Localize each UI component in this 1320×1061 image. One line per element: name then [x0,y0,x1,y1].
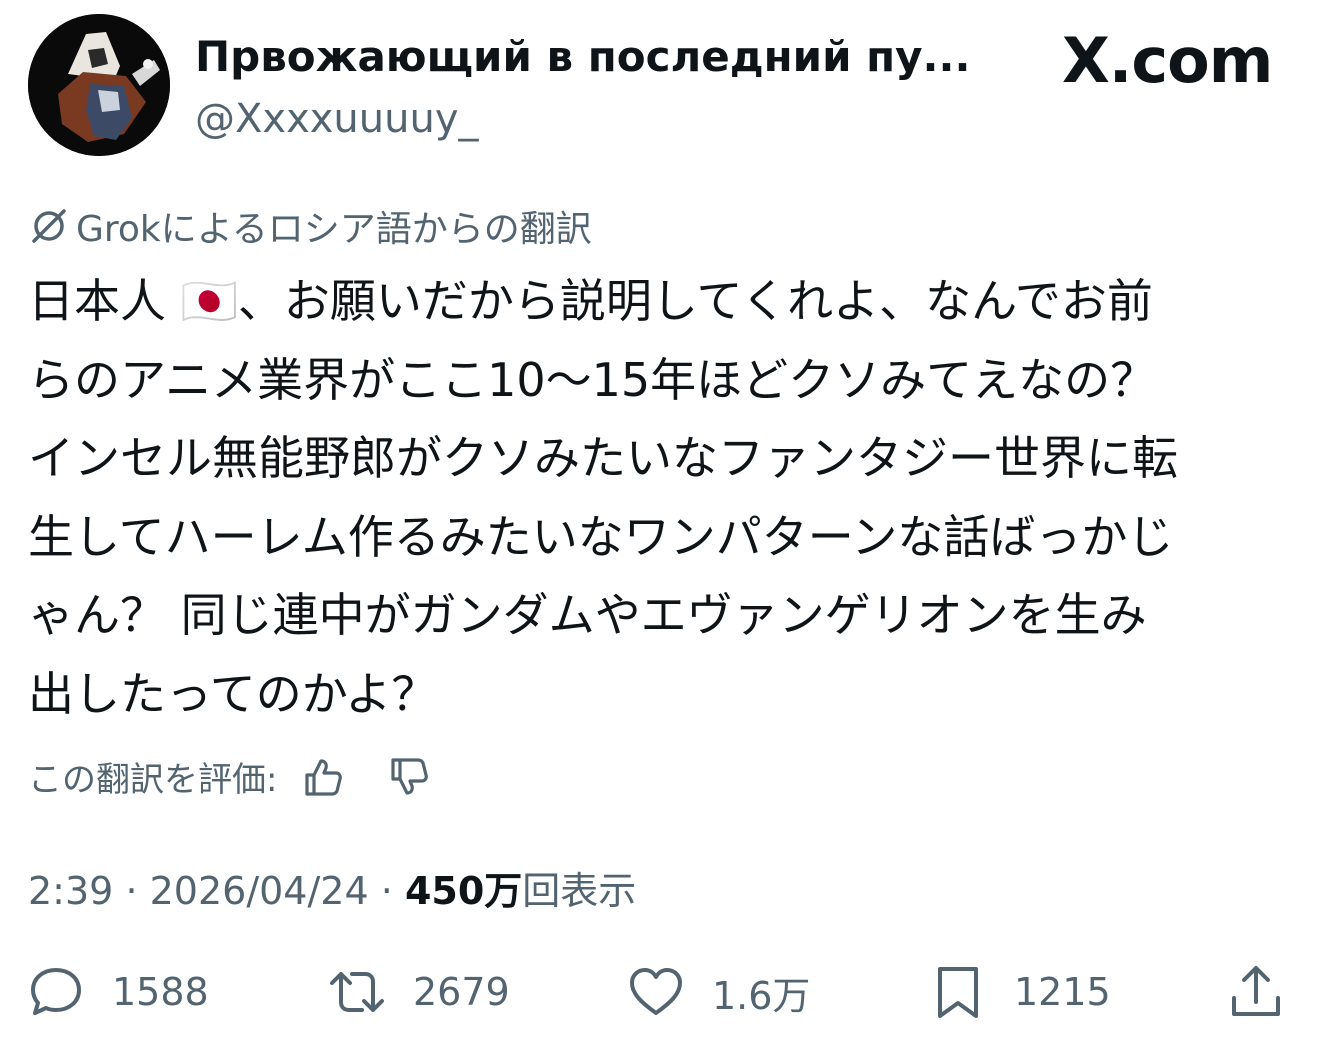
heart-icon [630,968,682,1015]
tweet-line: インセル無能野郎がクソみたいなファンタジー世界に転 [28,431,1178,485]
tweet-text: 日本人 🇯🇵、お願いだから説明してくれよ、なんでお前 らのアニメ業界がここ10〜… [28,262,1298,733]
views-label: 回表示 [522,869,637,913]
author-handle[interactable]: @Xxxxuuuuy_ [195,96,479,142]
thumbs-down-icon[interactable] [387,755,431,799]
meta-separator: · [125,869,138,913]
bookmark-button[interactable]: 1215 [928,960,1111,1024]
tweet-time[interactable]: 2:39 [28,869,113,913]
avatar[interactable] [28,14,170,156]
action-bar: 1588 2679 1.6万 1215 [0,960,1320,1024]
reply-button[interactable]: 1588 [26,960,209,1024]
avatar-image [28,14,170,156]
meta-separator: · [380,869,393,913]
like-count: 1.6万 [712,973,811,1018]
repost-count: 2679 [413,970,510,1014]
tweet-line: 生してハーレム作るみたいなワンパターンな話ばっかじ [28,509,1174,564]
bookmark-icon [938,967,978,1018]
rate-translation: この翻訳を評価: [28,752,431,801]
share-button[interactable] [1226,960,1312,1024]
reply-bubble-icon [31,968,81,1015]
author-display-name[interactable]: Првожающий в последний пу... [195,32,970,81]
views-count: 450万 [404,869,523,913]
tweet-line: 出したってのかよ？ [28,666,438,721]
rate-translation-label: この翻訳を評価: [28,760,278,800]
repost-button[interactable]: 2679 [327,960,510,1024]
brand-logo: X.com [1062,24,1273,97]
grok-translate-icon [32,209,66,243]
reply-count: 1588 [112,970,209,1014]
repost-arrows-icon [330,972,384,1012]
bookmark-count: 1215 [1014,970,1111,1014]
share-upload-icon [1232,966,1280,1016]
tweet-line: らのアニメ業界がここ10〜15年ほどクソみてえなの？ [28,352,1157,407]
translation-note[interactable]: Grokによるロシア語からの翻訳 [28,200,592,252]
thumbs-up-icon[interactable] [301,755,345,799]
like-button[interactable]: 1.6万 [626,960,810,1024]
tweet-meta: 2:39 · 2026/04/24 · 450万回表示 [28,860,636,915]
translation-note-label: Grokによるロシア語からの翻訳 [76,209,592,250]
tweet-date[interactable]: 2026/04/24 [150,869,369,913]
tweet-line: 日本人 🇯🇵、お願いだから説明してくれよ、なんでお前 [28,274,1153,328]
tweet-line: ゃん？ 同じ連中がガンダムやエヴァンゲリオンを生み [28,588,1147,642]
